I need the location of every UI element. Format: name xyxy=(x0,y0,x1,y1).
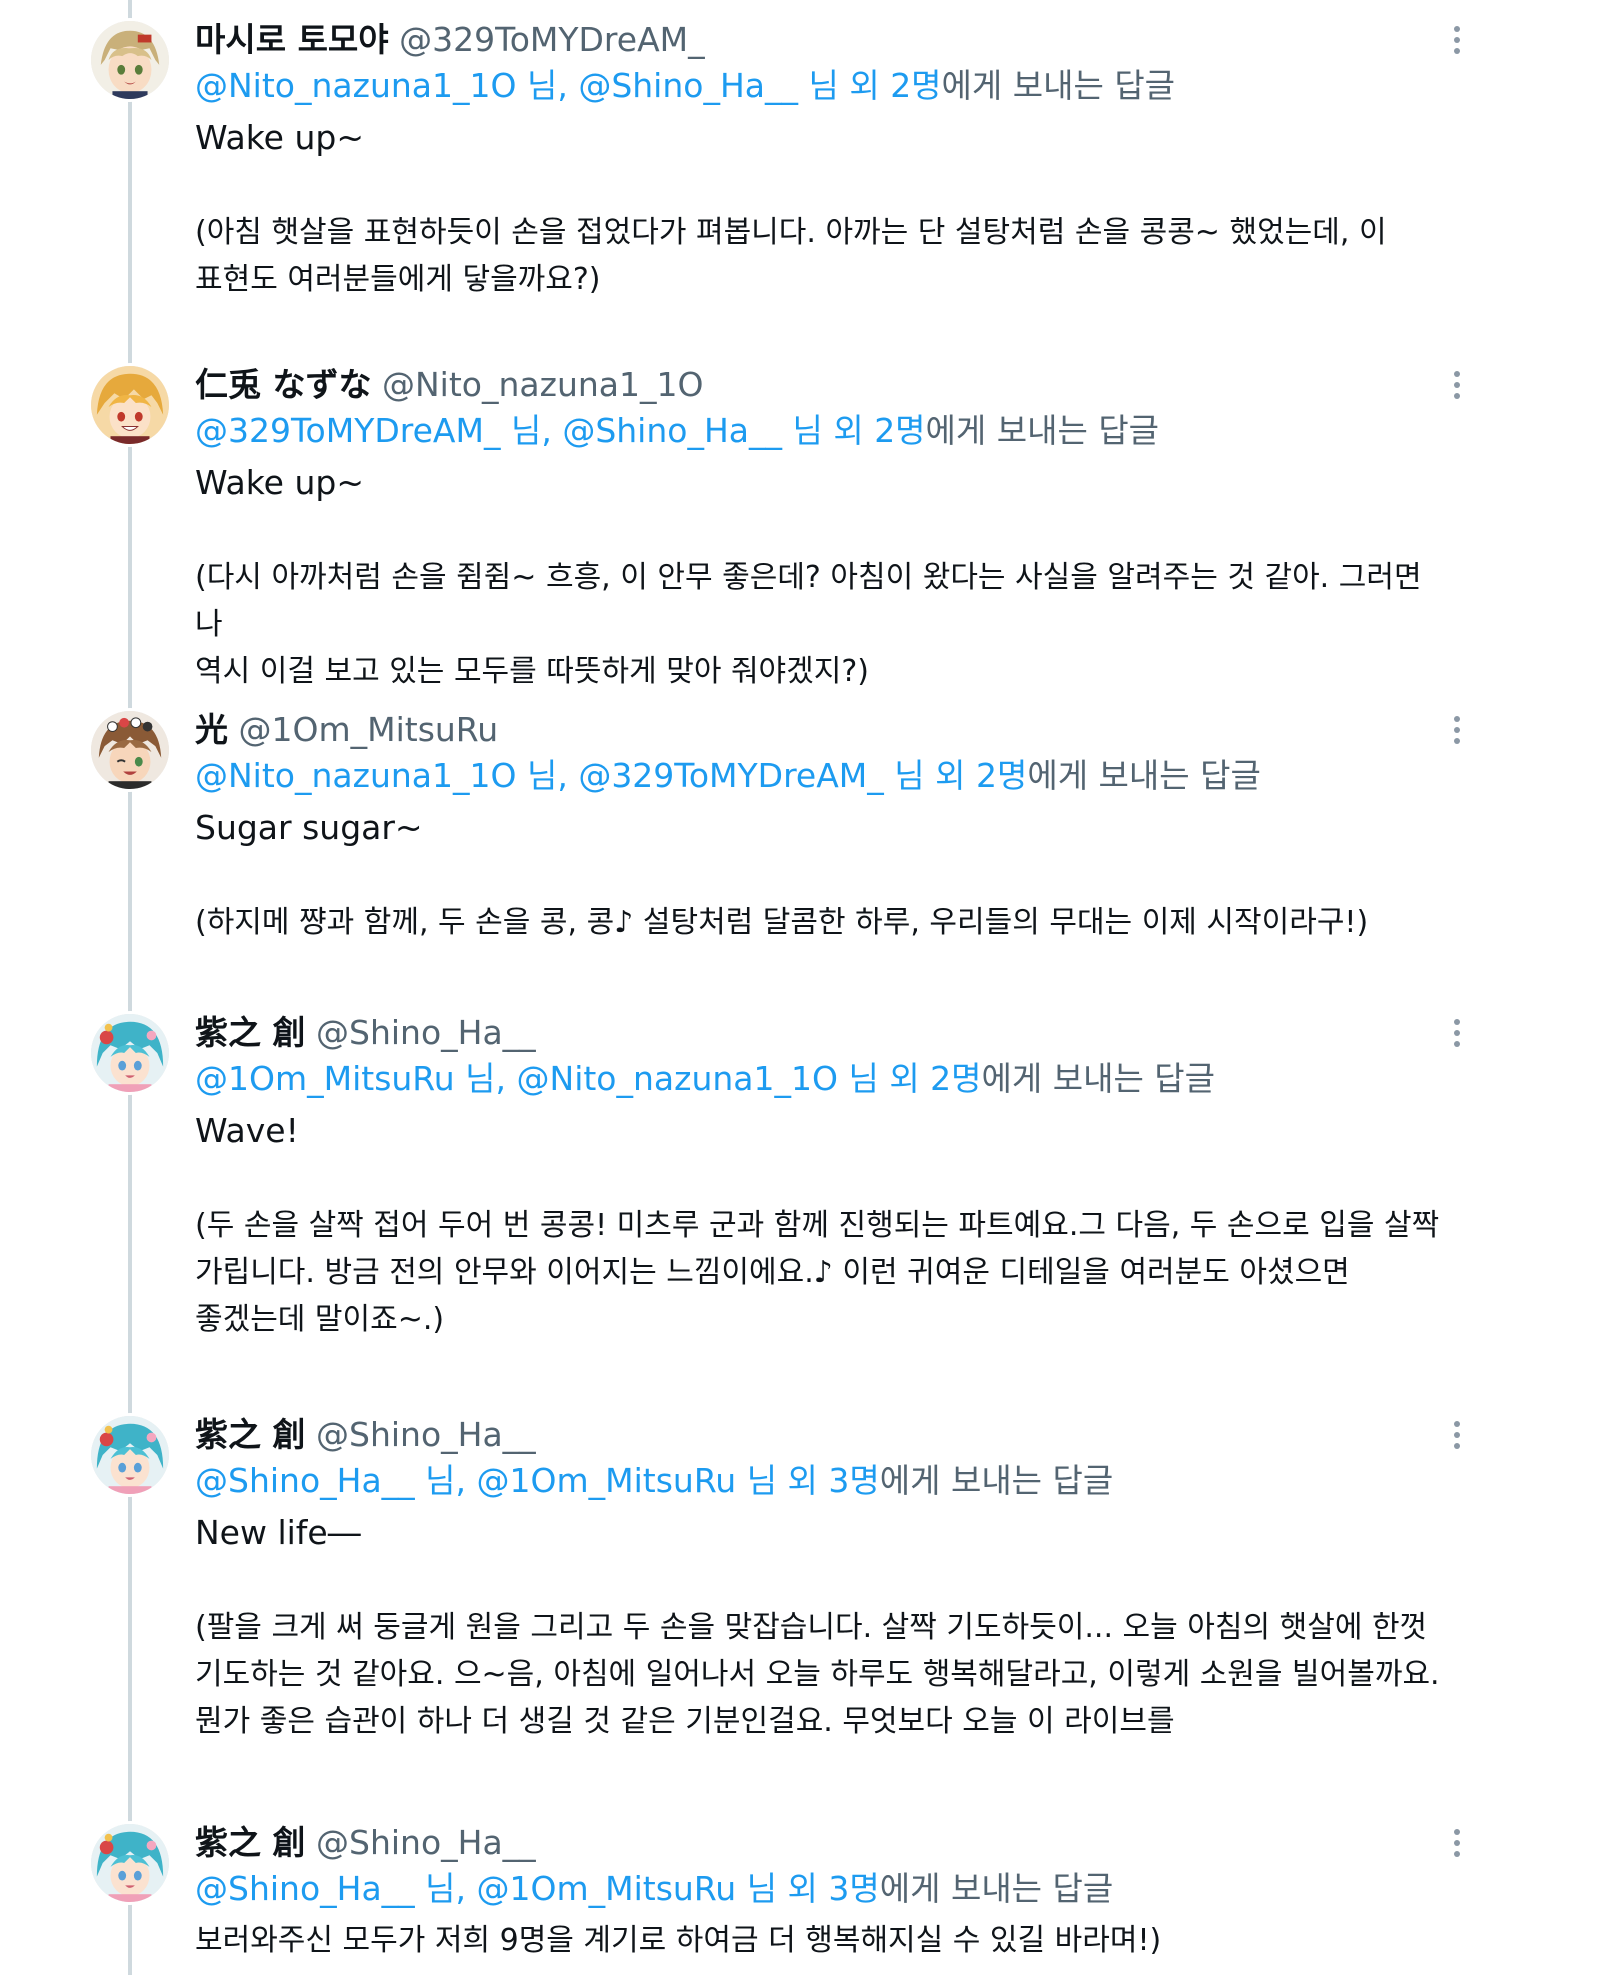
replying-to-suffix: 에게 보내는 답글 xyxy=(981,1059,1216,1098)
display-name[interactable]: 紫之 創 xyxy=(195,1823,306,1862)
avatar[interactable] xyxy=(88,363,172,447)
replying-to: @Shino_Ha__ 님, @1Om_MitsuRu 님 외 3명에게 보내는… xyxy=(195,1459,1113,1503)
user-handle[interactable]: @Shino_Ha__ xyxy=(316,1013,536,1052)
tweet-text: Wake up~ (아침 햇살을 표현하듯이 손을 접었다가 펴봅니다. 아까는… xyxy=(195,114,1455,303)
tweet-header: 光 @1Om_MitsuRu xyxy=(195,708,498,752)
tweet-text-line: (하지메 쨩과 함께, 두 손을 콩, 콩♪ 설탕처럼 달콤한 하루, 우리들의… xyxy=(195,905,1369,940)
avatar[interactable] xyxy=(88,18,172,102)
mention-link[interactable]: @1Om_MitsuRu xyxy=(195,1059,455,1098)
replying-to-suffix: 에게 보내는 답글 xyxy=(879,1461,1114,1500)
mention-link[interactable]: @329ToMYDreAM_ xyxy=(578,756,883,795)
tweet-text-line: Wake up~ xyxy=(195,463,364,502)
tweet-header: 仁兎 なずな @Nito_nazuna1_1O xyxy=(195,363,703,407)
replying-to-suffix: 에게 보내는 답글 xyxy=(879,1869,1114,1908)
tweet-header: 마시로 토모야 @329ToMYDreAM_ xyxy=(195,18,705,62)
others-count-link[interactable]: 님 외 2명 xyxy=(884,756,1027,795)
others-count-link[interactable]: 님 외 2명 xyxy=(782,411,925,450)
tweet-header: 紫之 創 @Shino_Ha__ xyxy=(195,1011,536,1055)
mention-separator: 님, xyxy=(454,1059,517,1098)
mention-link[interactable]: @Nito_nazuna1_1O xyxy=(195,756,516,795)
avatar-hajime-image xyxy=(91,1014,169,1092)
tweet-text-line: 표현도 여러분들에게 닿을까요?) xyxy=(195,262,601,297)
display-name[interactable]: 仁兎 なずな xyxy=(195,365,372,404)
tweet-text-line: (팔을 크게 써 둥글게 원을 그리고 두 손을 맞잡습니다. 살짝 기도하듯이… xyxy=(195,1610,1428,1645)
replying-to: @Shino_Ha__ 님, @1Om_MitsuRu 님 외 3명에게 보내는… xyxy=(195,1867,1113,1911)
avatar[interactable] xyxy=(88,1011,172,1095)
more-options-icon[interactable] xyxy=(1440,1013,1474,1053)
others-count-link[interactable]: 님 외 2명 xyxy=(838,1059,981,1098)
mention-separator: 님, xyxy=(414,1461,477,1500)
avatar-mitsuru-image xyxy=(91,711,169,789)
replying-to-suffix: 에게 보내는 답글 xyxy=(1027,756,1261,795)
user-handle[interactable]: @Nito_nazuna1_1O xyxy=(382,365,703,404)
tweet-text-line: 역시 이걸 보고 있는 모두를 따뜻하게 맞아 줘야겠지?) xyxy=(195,654,869,689)
tweet-text-line: 보러와주신 모두가 저희 9명을 계기로 하여금 더 행복해지실 수 있길 바라… xyxy=(195,1923,1162,1958)
mention-link[interactable]: @329ToMYDreAM_ xyxy=(195,411,500,450)
display-name[interactable]: 紫之 創 xyxy=(195,1013,306,1052)
mention-link[interactable]: @Shino_Ha__ xyxy=(578,66,798,105)
tweet-text: Wave! (두 손을 살짝 접어 두어 번 콩콩! 미츠루 군과 함께 진행되… xyxy=(195,1107,1455,1343)
replying-to: @Nito_nazuna1_1O 님, @329ToMYDreAM_ 님 외 2… xyxy=(195,754,1261,798)
mention-link[interactable]: @Nito_nazuna1_1O xyxy=(517,1059,838,1098)
others-count-link[interactable]: 님 외 3명 xyxy=(736,1461,880,1500)
tweet-text: New life― (팔을 크게 써 둥글게 원을 그리고 두 손을 맞잡습니다… xyxy=(195,1509,1455,1745)
replying-to: @Nito_nazuna1_1O 님, @Shino_Ha__ 님 외 2명에게… xyxy=(195,64,1175,108)
mention-link[interactable]: @1Om_MitsuRu xyxy=(477,1461,737,1500)
tweet-text-line: (다시 아까처럼 손을 쥠쥠~ 흐흥, 이 안무 좋은데? 아침이 왔다는 사실… xyxy=(195,560,1432,642)
mention-link[interactable]: @Shino_Ha__ xyxy=(562,411,782,450)
tweet-text-line: Wake up~ xyxy=(195,118,364,157)
avatar-nazuna-image xyxy=(91,366,169,444)
tweet-text-line: 뭔가 좋은 습관이 하나 더 생길 것 같은 기분인걸요. 무엇보다 오늘 이 … xyxy=(195,1704,1175,1739)
display-name[interactable]: 마시로 토모야 xyxy=(195,20,389,59)
mention-separator: 님, xyxy=(414,1869,477,1908)
thread-connector-line xyxy=(128,0,132,1975)
more-options-icon[interactable] xyxy=(1440,1823,1474,1863)
user-handle[interactable]: @329ToMYDreAM_ xyxy=(399,20,704,59)
tweet-text-line: (아침 햇살을 표현하듯이 손을 접었다가 펴봅니다. 아까는 단 설탕처럼 손… xyxy=(195,215,1387,250)
tweet-header: 紫之 創 @Shino_Ha__ xyxy=(195,1413,536,1457)
avatar[interactable] xyxy=(88,708,172,792)
tweet-text: Wake up~ (다시 아까처럼 손을 쥠쥠~ 흐흥, 이 안무 좋은데? 아… xyxy=(195,459,1455,695)
user-handle[interactable]: @1Om_MitsuRu xyxy=(239,710,499,749)
tweet-text-line: 기도하는 것 같아요. 으~음, 아침에 일어나서 오늘 하루도 행복해달라고,… xyxy=(195,1657,1440,1692)
replying-to: @329ToMYDreAM_ 님, @Shino_Ha__ 님 외 2명에게 보… xyxy=(195,409,1159,453)
replying-to: @1Om_MitsuRu 님, @Nito_nazuna1_1O 님 외 2명에… xyxy=(195,1057,1215,1101)
avatar-tomoya-image xyxy=(91,21,169,99)
tweet-text-line: New life― xyxy=(195,1513,361,1552)
more-options-icon[interactable] xyxy=(1440,20,1474,60)
others-count-link[interactable]: 님 외 3명 xyxy=(736,1869,880,1908)
display-name[interactable]: 紫之 創 xyxy=(195,1415,306,1454)
others-count-link[interactable]: 님 외 2명 xyxy=(798,66,941,105)
more-options-icon[interactable] xyxy=(1440,365,1474,405)
mention-separator: 님, xyxy=(500,411,563,450)
mention-link[interactable]: @Nito_nazuna1_1O xyxy=(195,66,516,105)
user-handle[interactable]: @Shino_Ha__ xyxy=(316,1823,536,1862)
replying-to-suffix: 에게 보내는 답글 xyxy=(941,66,1176,105)
tweet-text-line: 좋겠는데 말이죠~.) xyxy=(195,1302,445,1337)
more-options-icon[interactable] xyxy=(1440,1415,1474,1455)
avatar[interactable] xyxy=(88,1413,172,1497)
mention-link[interactable]: @1Om_MitsuRu xyxy=(477,1869,737,1908)
tweet-text-line: (두 손을 살짝 접어 두어 번 콩콩! 미츠루 군과 함께 진행되는 파트예요… xyxy=(195,1208,1440,1243)
tweet-text-line: Sugar sugar~ xyxy=(195,808,423,847)
replying-to-suffix: 에게 보내는 답글 xyxy=(925,411,1160,450)
mention-link[interactable]: @Shino_Ha__ xyxy=(195,1869,415,1908)
user-handle[interactable]: @Shino_Ha__ xyxy=(316,1415,536,1454)
avatar[interactable] xyxy=(88,1821,172,1905)
avatar-hajime-image xyxy=(91,1416,169,1494)
avatar-hajime-image xyxy=(91,1824,169,1902)
more-options-icon[interactable] xyxy=(1440,710,1474,750)
mention-separator: 님, xyxy=(516,66,579,105)
mention-link[interactable]: @Shino_Ha__ xyxy=(195,1461,415,1500)
tweet-text-line: 가립니다. 방금 전의 안무와 이어지는 느낌이에요.♪ 이런 귀여운 디테일을… xyxy=(195,1255,1350,1290)
tweet-text: 보러와주신 모두가 저희 9명을 계기로 하여금 더 행복해지실 수 있길 바라… xyxy=(195,1917,1455,1964)
tweet-text: Sugar sugar~ (하지메 쨩과 함께, 두 손을 콩, 콩♪ 설탕처럼… xyxy=(195,804,1455,946)
tweet-text-line: Wave! xyxy=(195,1111,299,1150)
tweet-header: 紫之 創 @Shino_Ha__ xyxy=(195,1821,536,1865)
mention-separator: 님, xyxy=(516,756,579,795)
display-name[interactable]: 光 xyxy=(195,710,228,749)
